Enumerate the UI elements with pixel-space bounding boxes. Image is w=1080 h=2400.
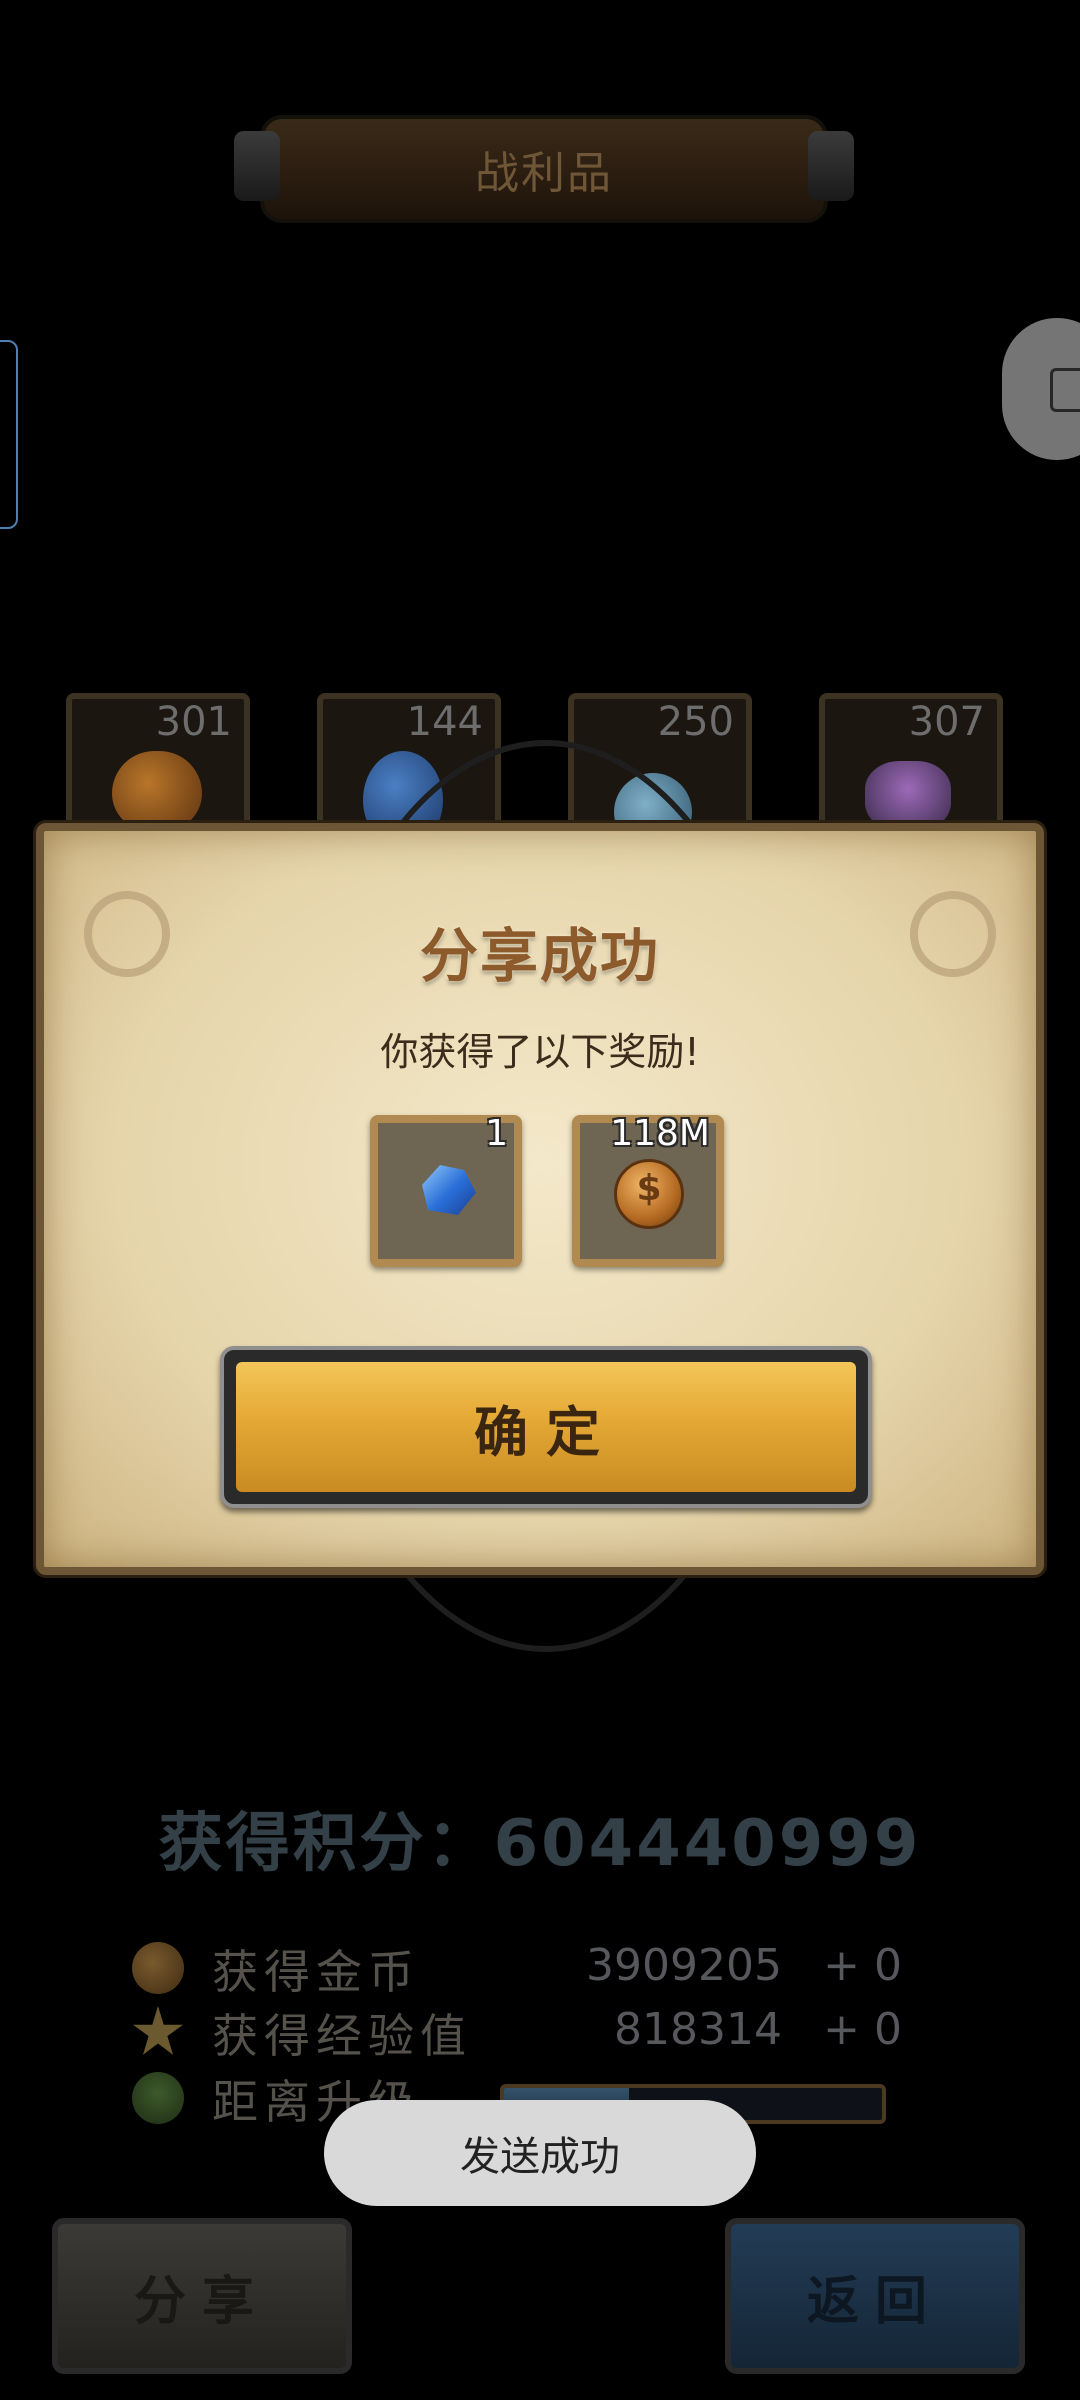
loot-count: 301 (155, 699, 232, 745)
page-title: 战利品 (475, 148, 613, 199)
star-icon (133, 2006, 183, 2055)
loot-count: 144 (406, 699, 483, 745)
coin-icon (614, 1159, 684, 1229)
dialog-title: 分享成功 (419, 922, 660, 990)
share-button[interactable]: 分享 (52, 2218, 352, 2374)
loot-count: 250 (657, 699, 734, 745)
stat-increment: + 0 (823, 2004, 902, 2055)
back-button[interactable]: 返回 (725, 2218, 1025, 2374)
reward-count: 1 (485, 1113, 508, 1154)
reward-count: 118M (610, 1113, 710, 1154)
share-success-dialog: 分享成功 你获得了以下奖励! 1 118M 确定 (36, 823, 1044, 1575)
reward-slot-crystal[interactable]: 1 (370, 1113, 522, 1267)
tree-icon (132, 2072, 184, 2124)
flower-icon (865, 761, 951, 831)
loot-count: 307 (908, 699, 985, 745)
stat-increment: + 0 (823, 1940, 902, 1991)
screenshot-icon (1050, 368, 1080, 412)
reward-slot-coin[interactable]: 118M (572, 1113, 724, 1267)
toast-text: 发送成功 (460, 2134, 620, 2180)
stat-row-exp: 获得经验值 818314 + 0 (132, 2000, 902, 2063)
confirm-button[interactable]: 确定 (220, 1346, 872, 1508)
floating-screenshot-button[interactable] (1002, 318, 1080, 460)
confirm-label: 确定 (474, 1400, 618, 1464)
toast-message: 发送成功 (324, 2100, 756, 2206)
stat-label: 获得金币 (212, 1945, 420, 1999)
stat-value: 818314 (614, 2004, 782, 2055)
left-edge-frame (0, 340, 18, 529)
gold-coin-icon (132, 1942, 184, 1994)
dialog-subtitle: 你获得了以下奖励! (380, 1030, 700, 1074)
pumpkin-icon (112, 751, 202, 831)
stat-label: 获得经验值 (212, 2009, 472, 2063)
stat-row-gold: 获得金币 3909205 + 0 (132, 1936, 902, 1999)
score-text: 获得积分：604440999 (158, 1807, 922, 1881)
back-label: 返回 (806, 2271, 943, 2332)
stat-value: 3909205 (586, 1940, 782, 1991)
crystal-icon (422, 1165, 476, 1215)
share-label: 分享 (133, 2271, 270, 2332)
title-plank: 战利品 (234, 115, 854, 223)
confirm-button-face: 确定 (236, 1362, 856, 1492)
